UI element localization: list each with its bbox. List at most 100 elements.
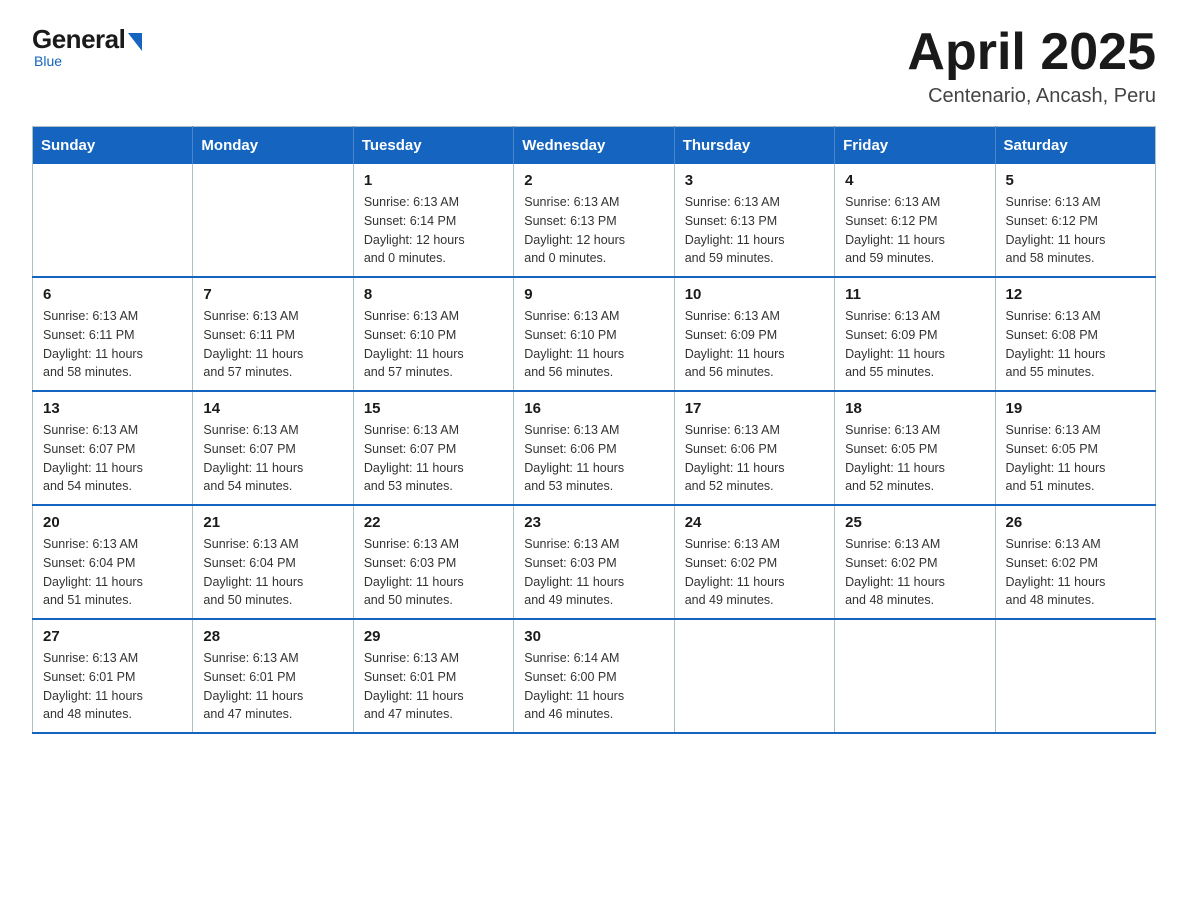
month-title: April 2025 xyxy=(907,24,1156,81)
day-number: 25 xyxy=(845,514,984,531)
calendar-cell xyxy=(835,619,995,733)
column-header-monday: Monday xyxy=(193,127,353,165)
calendar-cell: 24 Sunrise: 6:13 AM Sunset: 6:02 PM Dayli… xyxy=(674,505,834,619)
calendar-cell xyxy=(995,619,1155,733)
column-header-tuesday: Tuesday xyxy=(353,127,513,165)
calendar-cell: 13Sunrise: 6:13 AM Sunset: 6:07 PM Dayli… xyxy=(33,391,193,505)
column-header-wednesday: Wednesday xyxy=(514,127,674,165)
calendar-cell: 7Sunrise: 6:13 AM Sunset: 6:11 PM Daylig… xyxy=(193,277,353,391)
week-row-1: 1 Sunrise: 6:13 AM Sunset: 6:14 PM Daylig… xyxy=(33,164,1156,277)
calendar-body: 1 Sunrise: 6:13 AM Sunset: 6:14 PM Daylig… xyxy=(33,164,1156,733)
day-number: 19 xyxy=(1006,400,1145,417)
day-info: Sunrise: 6:13 AM Sunset: 6:13 PM Dayligh… xyxy=(685,193,824,268)
day-info: Sunrise: 6:13 AM Sunset: 6:03 PM Dayligh… xyxy=(524,535,663,610)
day-number: 5 xyxy=(1006,172,1145,189)
calendar-cell: 20Sunrise: 6:13 AM Sunset: 6:04 PM Dayli… xyxy=(33,505,193,619)
day-info: Sunrise: 6:13 AM Sunset: 6:02 PM Dayligh… xyxy=(1006,535,1145,610)
day-number: 6 xyxy=(43,286,182,303)
day-info: Sunrise: 6:13 AM Sunset: 6:11 PM Dayligh… xyxy=(43,307,182,382)
day-info: Sunrise: 6:13 AM Sunset: 6:14 PM Dayligh… xyxy=(364,193,503,268)
logo: General Blue xyxy=(32,24,144,69)
calendar-cell xyxy=(193,164,353,277)
calendar-cell: 12 Sunrise: 6:13 AM Sunset: 6:08 PM Dayli… xyxy=(995,277,1155,391)
calendar-cell: 19Sunrise: 6:13 AM Sunset: 6:05 PM Dayli… xyxy=(995,391,1155,505)
day-info: Sunrise: 6:13 AM Sunset: 6:09 PM Dayligh… xyxy=(685,307,824,382)
header-row: SundayMondayTuesdayWednesdayThursdayFrid… xyxy=(33,127,1156,165)
day-number: 28 xyxy=(203,628,342,645)
day-info: Sunrise: 6:13 AM Sunset: 6:01 PM Dayligh… xyxy=(364,649,503,724)
location-subtitle: Centenario, Ancash, Peru xyxy=(907,85,1156,108)
calendar-table: SundayMondayTuesdayWednesdayThursdayFrid… xyxy=(32,126,1156,734)
logo-general-text: General xyxy=(32,24,125,55)
week-row-5: 27 Sunrise: 6:13 AM Sunset: 6:01 PM Dayli… xyxy=(33,619,1156,733)
calendar-cell: 6 Sunrise: 6:13 AM Sunset: 6:11 PM Daylig… xyxy=(33,277,193,391)
day-number: 11 xyxy=(845,286,984,303)
day-info: Sunrise: 6:13 AM Sunset: 6:07 PM Dayligh… xyxy=(203,421,342,496)
calendar-cell: 2 Sunrise: 6:13 AM Sunset: 6:13 PM Daylig… xyxy=(514,164,674,277)
calendar-cell: 1 Sunrise: 6:13 AM Sunset: 6:14 PM Daylig… xyxy=(353,164,513,277)
calendar-cell: 15 Sunrise: 6:13 AM Sunset: 6:07 PM Dayli… xyxy=(353,391,513,505)
day-info: Sunrise: 6:13 AM Sunset: 6:07 PM Dayligh… xyxy=(43,421,182,496)
day-info: Sunrise: 6:13 AM Sunset: 6:07 PM Dayligh… xyxy=(364,421,503,496)
calendar-cell xyxy=(33,164,193,277)
calendar-cell xyxy=(674,619,834,733)
calendar-cell: 4Sunrise: 6:13 AM Sunset: 6:12 PM Daylig… xyxy=(835,164,995,277)
day-number: 3 xyxy=(685,172,824,189)
day-info: Sunrise: 6:13 AM Sunset: 6:08 PM Dayligh… xyxy=(1006,307,1145,382)
column-header-friday: Friday xyxy=(835,127,995,165)
title-area: April 2025 Centenario, Ancash, Peru xyxy=(907,24,1156,108)
day-number: 1 xyxy=(364,172,503,189)
calendar-cell: 11 Sunrise: 6:13 AM Sunset: 6:09 PM Dayli… xyxy=(835,277,995,391)
day-info: Sunrise: 6:13 AM Sunset: 6:06 PM Dayligh… xyxy=(524,421,663,496)
calendar-cell: 9Sunrise: 6:13 AM Sunset: 6:10 PM Daylig… xyxy=(514,277,674,391)
day-info: Sunrise: 6:13 AM Sunset: 6:10 PM Dayligh… xyxy=(524,307,663,382)
calendar-cell: 3 Sunrise: 6:13 AM Sunset: 6:13 PM Daylig… xyxy=(674,164,834,277)
logo-top: General xyxy=(32,24,144,55)
calendar-cell: 25 Sunrise: 6:13 AM Sunset: 6:02 PM Dayli… xyxy=(835,505,995,619)
day-number: 22 xyxy=(364,514,503,531)
calendar-cell: 10 Sunrise: 6:13 AM Sunset: 6:09 PM Dayli… xyxy=(674,277,834,391)
day-number: 14 xyxy=(203,400,342,417)
day-number: 24 xyxy=(685,514,824,531)
day-info: Sunrise: 6:13 AM Sunset: 6:12 PM Dayligh… xyxy=(1006,193,1145,268)
day-info: Sunrise: 6:13 AM Sunset: 6:09 PM Dayligh… xyxy=(845,307,984,382)
day-info: Sunrise: 6:13 AM Sunset: 6:05 PM Dayligh… xyxy=(845,421,984,496)
calendar-cell: 21Sunrise: 6:13 AM Sunset: 6:04 PM Dayli… xyxy=(193,505,353,619)
day-info: Sunrise: 6:13 AM Sunset: 6:11 PM Dayligh… xyxy=(203,307,342,382)
day-number: 12 xyxy=(1006,286,1145,303)
calendar-cell: 14 Sunrise: 6:13 AM Sunset: 6:07 PM Dayli… xyxy=(193,391,353,505)
day-number: 17 xyxy=(685,400,824,417)
day-info: Sunrise: 6:13 AM Sunset: 6:02 PM Dayligh… xyxy=(845,535,984,610)
column-header-thursday: Thursday xyxy=(674,127,834,165)
calendar-cell: 16 Sunrise: 6:13 AM Sunset: 6:06 PM Dayli… xyxy=(514,391,674,505)
day-number: 27 xyxy=(43,628,182,645)
column-header-saturday: Saturday xyxy=(995,127,1155,165)
page-header: General Blue April 2025 Centenario, Anca… xyxy=(32,24,1156,108)
logo-triangle-icon xyxy=(128,33,142,51)
calendar-header: SundayMondayTuesdayWednesdayThursdayFrid… xyxy=(33,127,1156,165)
day-number: 10 xyxy=(685,286,824,303)
calendar-cell: 26 Sunrise: 6:13 AM Sunset: 6:02 PM Dayli… xyxy=(995,505,1155,619)
day-number: 21 xyxy=(203,514,342,531)
day-number: 15 xyxy=(364,400,503,417)
day-info: Sunrise: 6:14 AM Sunset: 6:00 PM Dayligh… xyxy=(524,649,663,724)
calendar-cell: 22 Sunrise: 6:13 AM Sunset: 6:03 PM Dayli… xyxy=(353,505,513,619)
calendar-cell: 30Sunrise: 6:14 AM Sunset: 6:00 PM Dayli… xyxy=(514,619,674,733)
day-info: Sunrise: 6:13 AM Sunset: 6:13 PM Dayligh… xyxy=(524,193,663,268)
day-info: Sunrise: 6:13 AM Sunset: 6:03 PM Dayligh… xyxy=(364,535,503,610)
calendar-cell: 17 Sunrise: 6:13 AM Sunset: 6:06 PM Dayli… xyxy=(674,391,834,505)
day-number: 29 xyxy=(364,628,503,645)
calendar-cell: 27Sunrise: 6:13 AM Sunset: 6:01 PM Dayli… xyxy=(33,619,193,733)
day-number: 26 xyxy=(1006,514,1145,531)
calendar-cell: 23Sunrise: 6:13 AM Sunset: 6:03 PM Dayli… xyxy=(514,505,674,619)
day-number: 16 xyxy=(524,400,663,417)
week-row-3: 13Sunrise: 6:13 AM Sunset: 6:07 PM Dayli… xyxy=(33,391,1156,505)
calendar-cell: 28Sunrise: 6:13 AM Sunset: 6:01 PM Dayli… xyxy=(193,619,353,733)
day-number: 2 xyxy=(524,172,663,189)
calendar-cell: 18Sunrise: 6:13 AM Sunset: 6:05 PM Dayli… xyxy=(835,391,995,505)
day-number: 4 xyxy=(845,172,984,189)
day-info: Sunrise: 6:13 AM Sunset: 6:06 PM Dayligh… xyxy=(685,421,824,496)
logo-tagline: Blue xyxy=(32,53,62,69)
calendar-cell: 8Sunrise: 6:13 AM Sunset: 6:10 PM Daylig… xyxy=(353,277,513,391)
day-info: Sunrise: 6:13 AM Sunset: 6:02 PM Dayligh… xyxy=(685,535,824,610)
